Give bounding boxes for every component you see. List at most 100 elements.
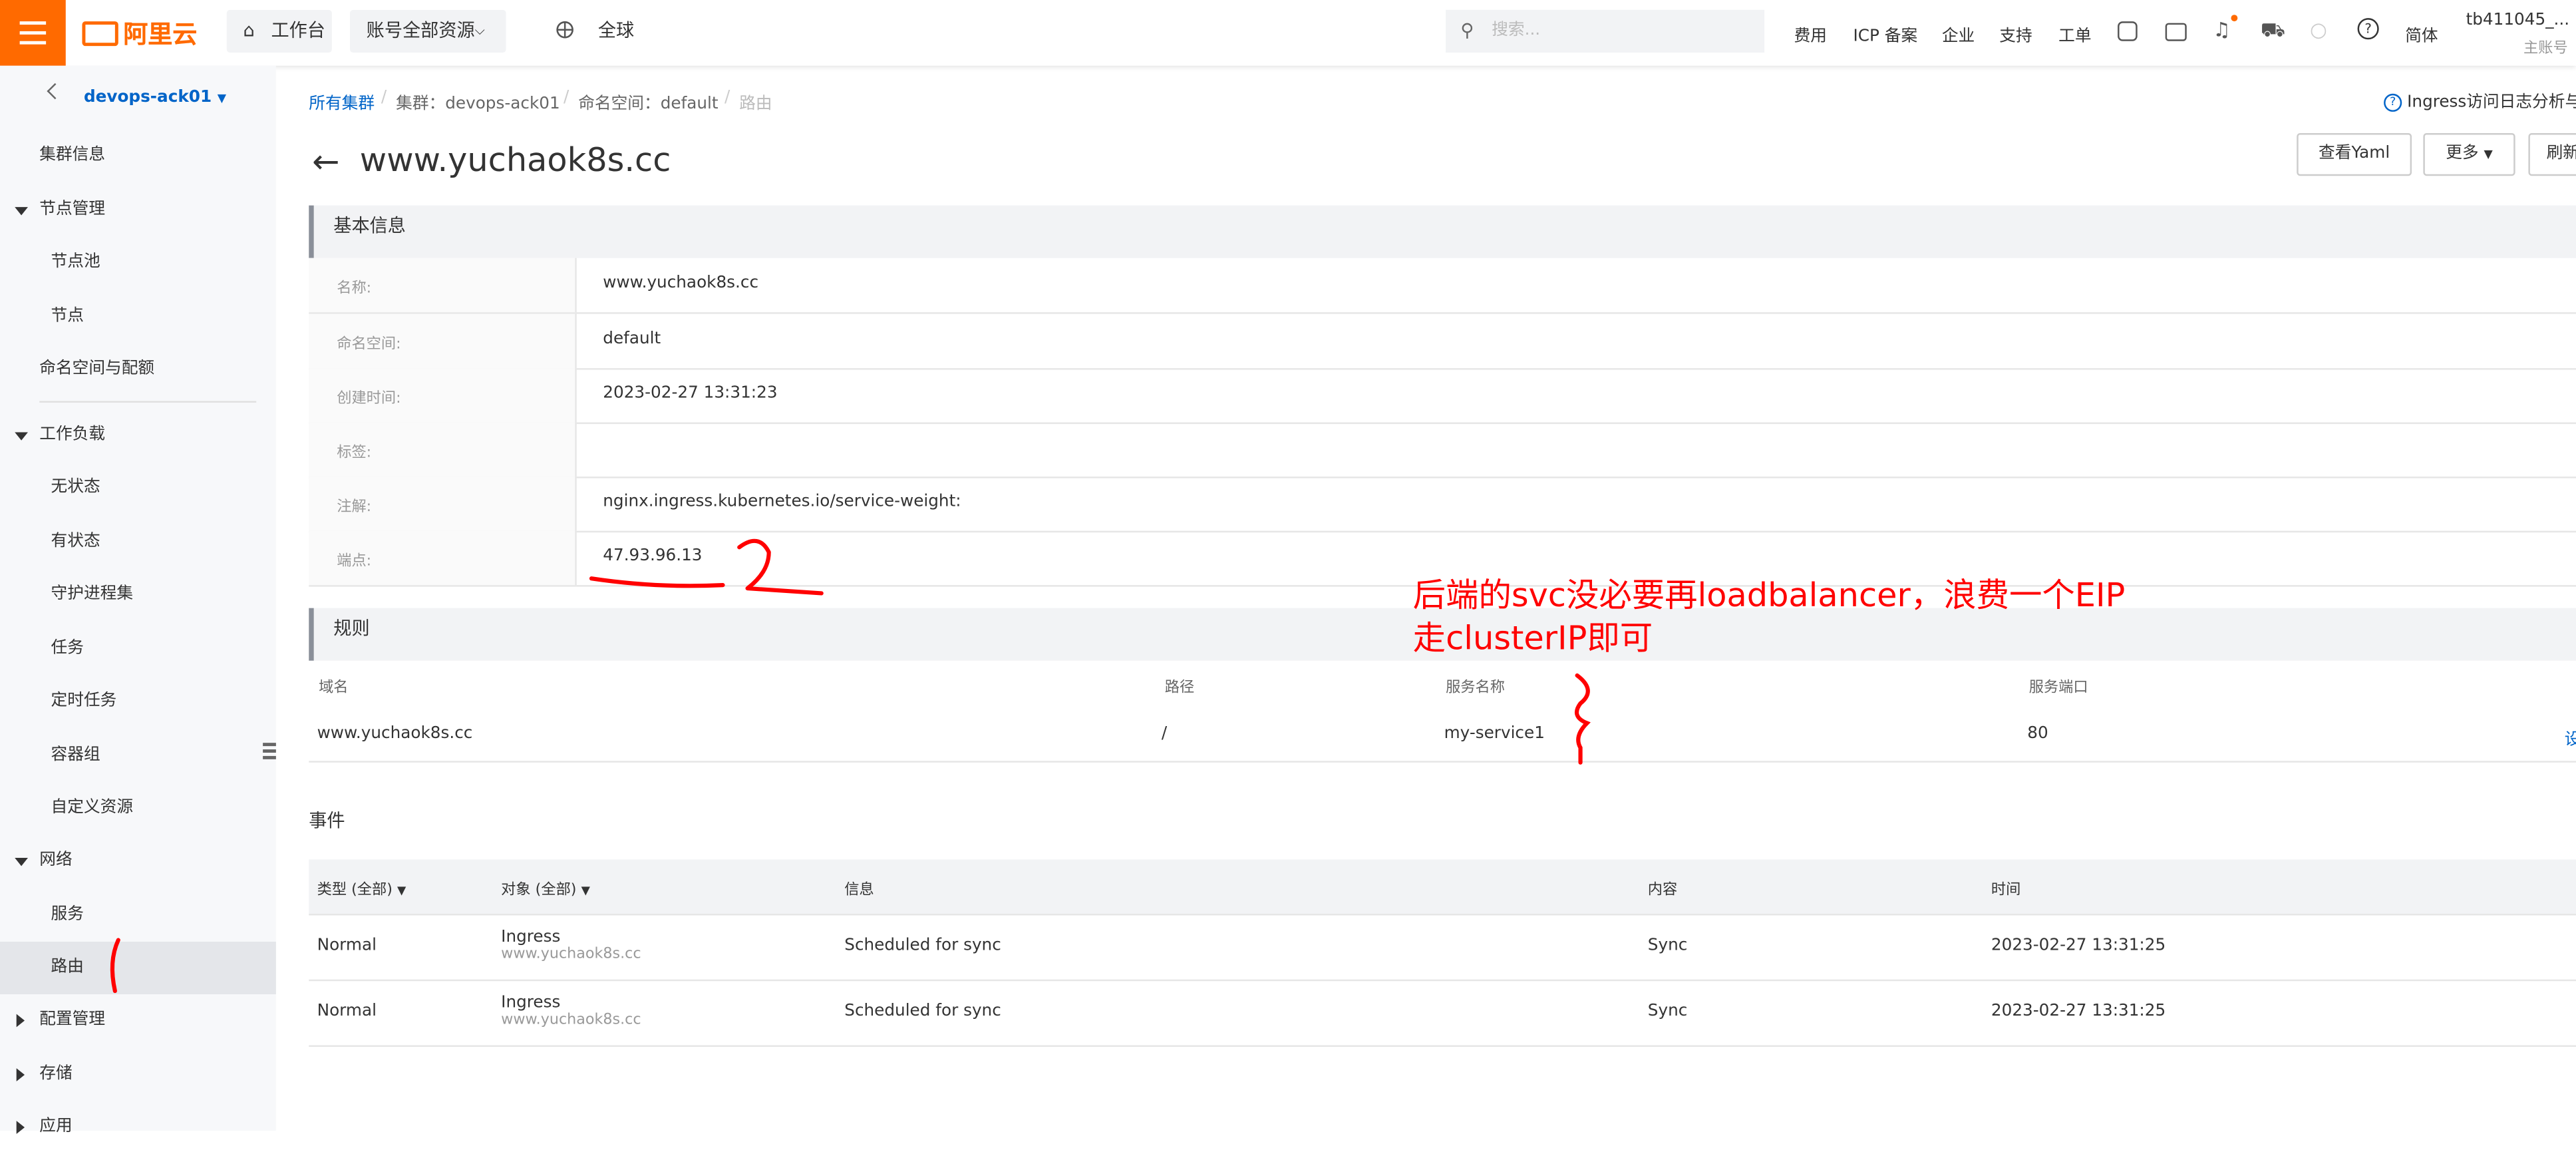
- nav-enterprise[interactable]: 企业: [1942, 21, 1975, 46]
- info-row-created: 创建时间: 2023-02-27 13:31:23: [309, 368, 2576, 425]
- cloud-shell-icon[interactable]: [2118, 21, 2138, 41]
- region-selector[interactable]: 🜨 全球: [542, 10, 641, 53]
- event-object: Ingress: [501, 928, 561, 947]
- event-content: Sync: [1647, 936, 1688, 955]
- sidebar-item-cronjobs[interactable]: 定时任务: [0, 675, 276, 728]
- sidebar-item-stateless[interactable]: 无状态: [0, 462, 276, 514]
- breadcrumb-cluster[interactable]: 集群：devops-ack01: [396, 89, 560, 113]
- rule-domain: www.yuchaok8s.cc: [317, 725, 473, 743]
- sidebar-collapse-icon[interactable]: [263, 743, 276, 759]
- ingress-log-link[interactable]: ? Ingress访问日志分析与监: [2384, 87, 2576, 112]
- caret-right-icon: [16, 1121, 25, 1134]
- rule-port: 80: [2027, 725, 2048, 743]
- event-content: Sync: [1647, 1002, 1688, 1021]
- rules-row: [309, 707, 2576, 763]
- caret-down-icon: ▼: [217, 92, 227, 106]
- breadcrumb-current: 路由: [739, 95, 772, 114]
- info-row-name: 名称: www.yuchaok8s.cc: [309, 258, 2576, 314]
- more-dropdown-button[interactable]: 更多 ▼: [2423, 133, 2515, 176]
- sidebar-item-stateful[interactable]: 有状态: [0, 516, 276, 568]
- annotation-note-line1: 后端的svc没必要再loadbalancer，浪费一个EIP: [1412, 575, 2126, 615]
- events-col-type-filter[interactable]: 类型 (全部) ▼: [317, 878, 406, 899]
- event-time: 2023-02-27 13:31:25: [1991, 936, 2166, 955]
- rules-col-domain: 域名: [319, 680, 349, 697]
- sidebar-back-icon[interactable]: [47, 83, 63, 100]
- help-circle-icon: ?: [2384, 93, 2402, 112]
- sidebar-item-cluster-info[interactable]: 集群信息: [0, 130, 276, 182]
- nav-billing[interactable]: 费用: [1794, 21, 1827, 46]
- account-scope-dropdown[interactable]: 账号全部资源 ⌵: [349, 9, 506, 53]
- sidebar-group-apps[interactable]: 应用: [0, 1101, 276, 1153]
- sidebar-item-services[interactable]: 服务: [0, 889, 276, 942]
- event-message: Scheduled for sync: [844, 936, 1001, 955]
- chevron-down-icon: ⌵: [474, 23, 485, 38]
- annotation-note-line2: 走clusterIP即可: [1412, 618, 1653, 658]
- breadcrumb-all-clusters[interactable]: 所有集群: [309, 89, 375, 113]
- view-yaml-button[interactable]: 查看Yaml: [2297, 133, 2412, 176]
- sidebar-item-nodes[interactable]: 节点: [0, 291, 276, 343]
- sidebar-item-jobs[interactable]: 任务: [0, 623, 276, 675]
- sidebar-item-pods[interactable]: 容器组: [0, 729, 276, 782]
- rule-path: /: [1161, 725, 1168, 743]
- event-type: Normal: [317, 936, 377, 955]
- event-type: Normal: [317, 1002, 377, 1021]
- home-icon: ⌂: [243, 19, 255, 41]
- refresh-button[interactable]: 刷新: [2528, 133, 2576, 176]
- nav-ticket[interactable]: 工单: [2058, 21, 2091, 46]
- events-col-time: 时间: [1991, 882, 2021, 899]
- search-input[interactable]: ⚲ 搜索...: [1446, 9, 1765, 53]
- event-object: Ingress: [501, 994, 561, 1013]
- language-switch[interactable]: 简体: [2405, 21, 2438, 46]
- basic-info-header: 基本信息: [309, 205, 2576, 258]
- caret-down-icon: ▼: [397, 884, 406, 898]
- events-col-content: 内容: [1647, 882, 1678, 899]
- sidebar-item-node-pool[interactable]: 节点池: [0, 237, 276, 289]
- events-title: 事件: [309, 810, 345, 832]
- lightbulb-icon[interactable]: ○: [2310, 18, 2333, 41]
- rule-action-link[interactable]: 设: [2565, 725, 2576, 749]
- event-message: Scheduled for sync: [844, 1002, 1001, 1021]
- user-role: 主账号: [2523, 41, 2568, 58]
- sidebar-group-config[interactable]: 配置管理: [0, 994, 276, 1047]
- rules-col-service: 服务名称: [1446, 680, 1506, 697]
- aliyun-logo[interactable]: 阿里云: [82, 17, 197, 51]
- nav-icp[interactable]: ICP 备案: [1853, 21, 1917, 46]
- info-row-annotations: 注解: nginx.ingress.kubernetes.io/service-w…: [309, 477, 2576, 533]
- caret-down-icon: ▼: [2484, 148, 2493, 162]
- rule-service: my-service1: [1444, 725, 1545, 743]
- page-title: www.yuchaok8s.cc: [359, 139, 671, 180]
- rules-col-port: 服务端口: [2028, 680, 2088, 697]
- workbench-button[interactable]: ⌂ 工作台: [226, 9, 332, 53]
- cluster-selector[interactable]: devops-ack01 ▼: [84, 89, 226, 106]
- user-name[interactable]: tb411045_...: [2466, 11, 2570, 29]
- sidebar-group-workloads[interactable]: 工作负载: [0, 409, 276, 462]
- back-arrow-icon[interactable]: ←: [312, 144, 339, 177]
- caret-down-icon: ▼: [581, 884, 590, 898]
- bell-icon[interactable]: ♫: [2213, 18, 2236, 41]
- caret-right-icon: [16, 1068, 25, 1081]
- sidebar-group-storage[interactable]: 存储: [0, 1048, 276, 1101]
- help-icon[interactable]: ?: [2357, 18, 2379, 40]
- menu-icon[interactable]: [0, 0, 66, 66]
- terminal-icon[interactable]: [2165, 23, 2187, 41]
- sidebar-item-namespace-quota[interactable]: 命名空间与配额: [0, 343, 276, 396]
- sidebar-item-ingress[interactable]: 路由: [0, 941, 276, 994]
- nav-support[interactable]: 支持: [1999, 21, 2032, 46]
- event-time: 2023-02-27 13:31:25: [1991, 1002, 2166, 1021]
- caret-down-icon: [15, 207, 28, 216]
- caret-right-icon: [16, 1014, 25, 1028]
- rules-col-path: 路径: [1164, 680, 1195, 697]
- sidebar-item-daemonset[interactable]: 守护进程集: [0, 568, 276, 621]
- sidebar-divider: [39, 401, 257, 403]
- sidebar-group-node-mgmt[interactable]: 节点管理: [0, 184, 276, 237]
- globe-icon: 🜨: [555, 18, 575, 45]
- info-row-namespace: 命名空间: default: [309, 313, 2576, 370]
- sidebar-item-crd[interactable]: 自定义资源: [0, 782, 276, 835]
- sidebar-group-network[interactable]: 网络: [0, 835, 276, 887]
- info-row-tags: 标签:: [309, 422, 2576, 479]
- caret-down-icon: [15, 432, 28, 441]
- events-col-object-filter[interactable]: 对象 (全部) ▼: [501, 878, 590, 899]
- breadcrumb-namespace[interactable]: 命名空间：default: [578, 89, 718, 113]
- caret-down-icon: [15, 858, 28, 866]
- cart-icon[interactable]: ⛟: [2261, 18, 2285, 41]
